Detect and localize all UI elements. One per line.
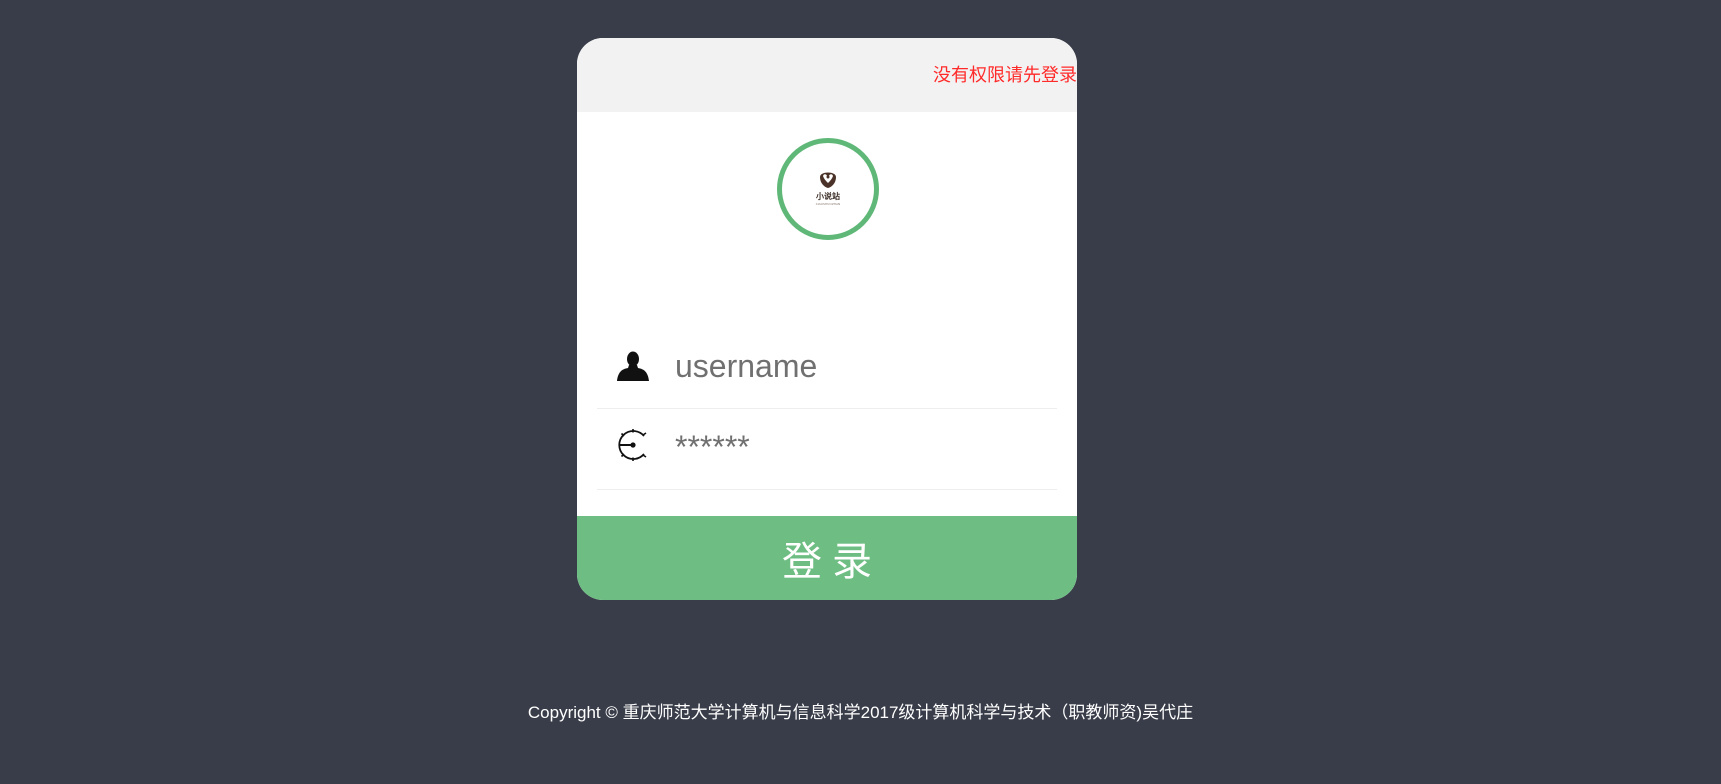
copyright-footer: Copyright © 重庆师范大学计算机与信息科学2017级计算机科学与技术（… (527, 703, 1194, 722)
username-input[interactable] (675, 346, 1045, 386)
logo-name: 小说站 (816, 192, 840, 201)
lock-dial-icon (618, 429, 647, 461)
logo: 小说站 XIAOSHUOZHAN (777, 138, 879, 240)
login-button[interactable]: 登录 (577, 516, 1077, 600)
card-header: 没有权限请先登录 (577, 38, 1077, 112)
logo-emblem-icon (820, 172, 836, 188)
password-row (597, 409, 1057, 490)
permission-notice: 没有权限请先登录 (933, 65, 1077, 86)
user-icon (617, 351, 649, 381)
username-row (597, 318, 1057, 409)
password-input[interactable] (675, 427, 1045, 467)
login-card: 没有权限请先登录 小说站 XIAOSHUOZHAN 登 (577, 38, 1077, 600)
logo-subtitle: XIAOSHUOZHAN (815, 202, 841, 206)
